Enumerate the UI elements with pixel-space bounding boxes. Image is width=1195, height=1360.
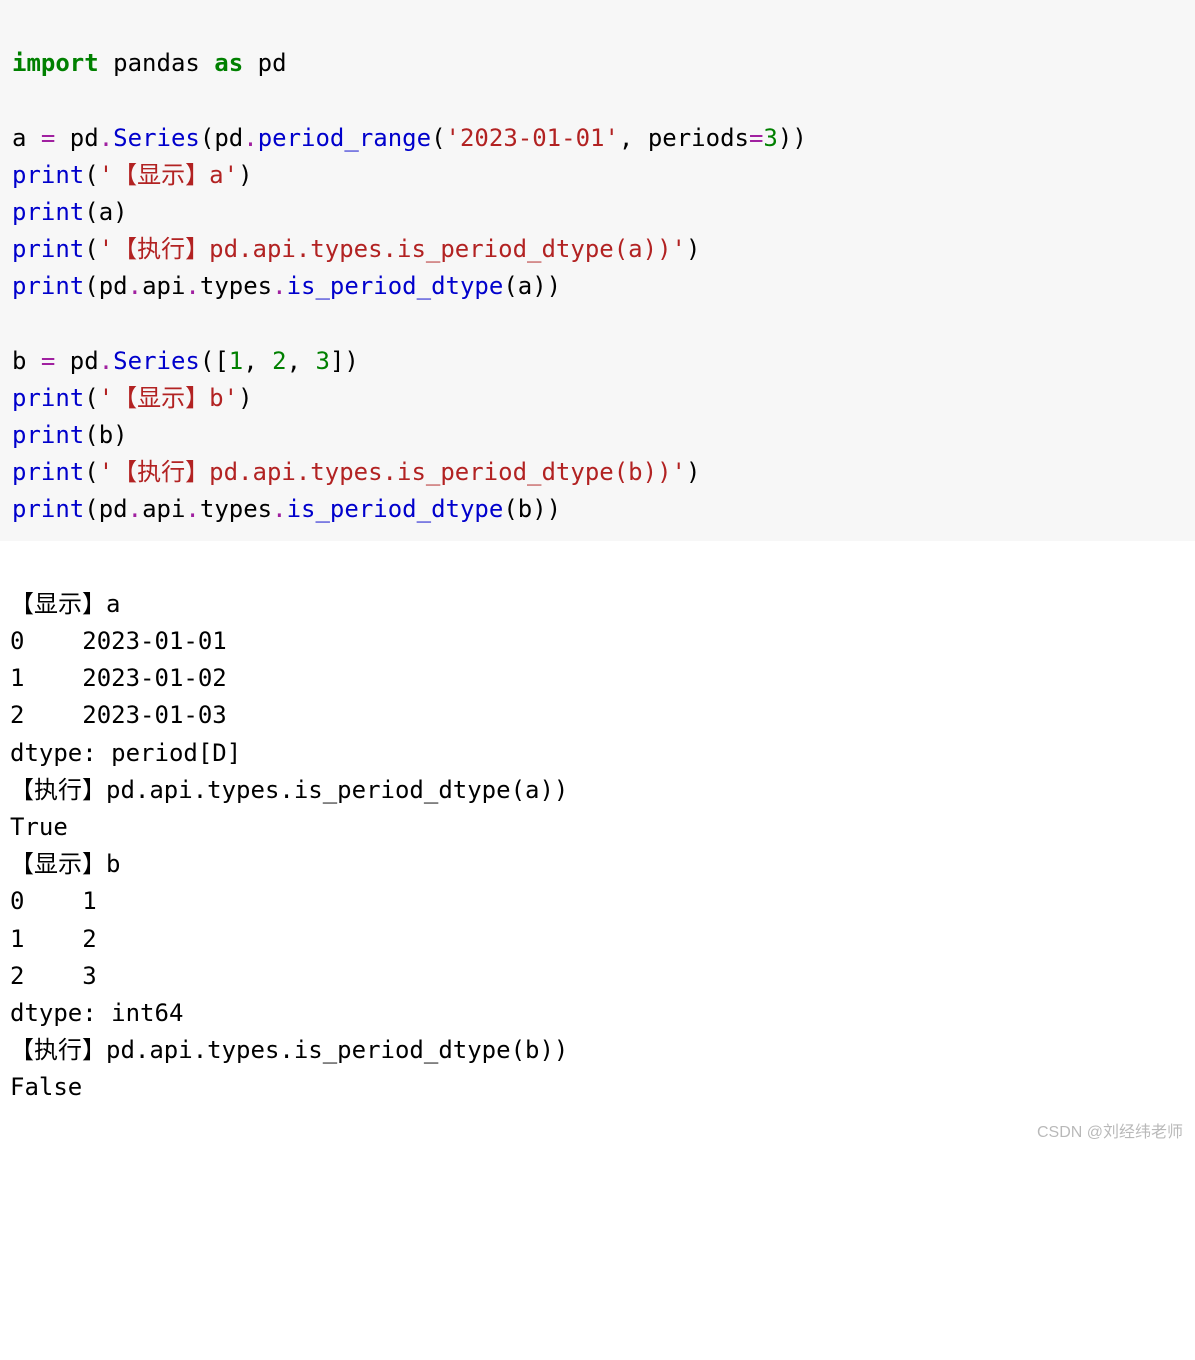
fn-period-range: period_range — [258, 124, 431, 152]
output-line: 【显示】b — [10, 850, 120, 878]
code-line-9: b = pd.Series([1, 2, 3]) — [12, 347, 359, 375]
keyword-as: as — [214, 49, 243, 77]
fn-is-period-dtype: is_period_dtype — [287, 495, 504, 523]
number-literal: 3 — [763, 124, 777, 152]
string-literal: '【显示】b' — [99, 384, 238, 412]
code-line-11: print(b) — [12, 421, 128, 449]
output-line: 1 2023-01-02 — [10, 664, 227, 692]
output-line: 2 2023-01-03 — [10, 701, 227, 729]
output-line: 【显示】a — [10, 590, 120, 618]
output-line: False — [10, 1073, 82, 1101]
code-line-10: print('【显示】b') — [12, 384, 253, 412]
string-literal: '【显示】a' — [99, 161, 238, 189]
fn-print: print — [12, 495, 84, 523]
code-line-5: print(a) — [12, 198, 128, 226]
code-line-6: print('【执行】pd.api.types.is_period_dtype(… — [12, 235, 700, 263]
fn-print: print — [12, 458, 84, 486]
code-line-13: print(pd.api.types.is_period_dtype(b)) — [12, 495, 561, 523]
output-block: 【显示】a 0 2023-01-01 1 2023-01-02 2 2023-0… — [0, 541, 1195, 1152]
code-line-4: print('【显示】a') — [12, 161, 253, 189]
fn-print: print — [12, 235, 84, 263]
output-line: dtype: period[D] — [10, 739, 241, 767]
output-line: 1 2 — [10, 925, 97, 953]
output-line: True — [10, 813, 68, 841]
output-line: dtype: int64 — [10, 999, 183, 1027]
fn-series: Series — [113, 347, 200, 375]
fn-print: print — [12, 421, 84, 449]
code-line-3: a = pd.Series(pd.period_range('2023-01-0… — [12, 124, 807, 152]
string-literal: '2023-01-01' — [446, 124, 619, 152]
fn-print: print — [12, 198, 84, 226]
output-line: 0 2023-01-01 — [10, 627, 227, 655]
output-line: 2 3 — [10, 962, 97, 990]
watermark: CSDN @刘经纬老师 — [1037, 1121, 1183, 1146]
code-line-12: print('【执行】pd.api.types.is_period_dtype(… — [12, 458, 700, 486]
keyword-import: import — [12, 49, 99, 77]
code-line-1: import pandas as pd — [12, 49, 287, 77]
fn-print: print — [12, 384, 84, 412]
output-line: 0 1 — [10, 887, 97, 915]
fn-series: Series — [113, 124, 200, 152]
fn-is-period-dtype: is_period_dtype — [287, 272, 504, 300]
output-line: 【执行】pd.api.types.is_period_dtype(b)) — [10, 1036, 568, 1064]
code-line-7: print(pd.api.types.is_period_dtype(a)) — [12, 272, 561, 300]
string-literal: '【执行】pd.api.types.is_period_dtype(b))' — [99, 458, 686, 486]
fn-print: print — [12, 272, 84, 300]
fn-print: print — [12, 161, 84, 189]
string-literal: '【执行】pd.api.types.is_period_dtype(a))' — [99, 235, 686, 263]
output-line: 【执行】pd.api.types.is_period_dtype(a)) — [10, 776, 568, 804]
code-block: import pandas as pd a = pd.Series(pd.per… — [0, 0, 1195, 541]
